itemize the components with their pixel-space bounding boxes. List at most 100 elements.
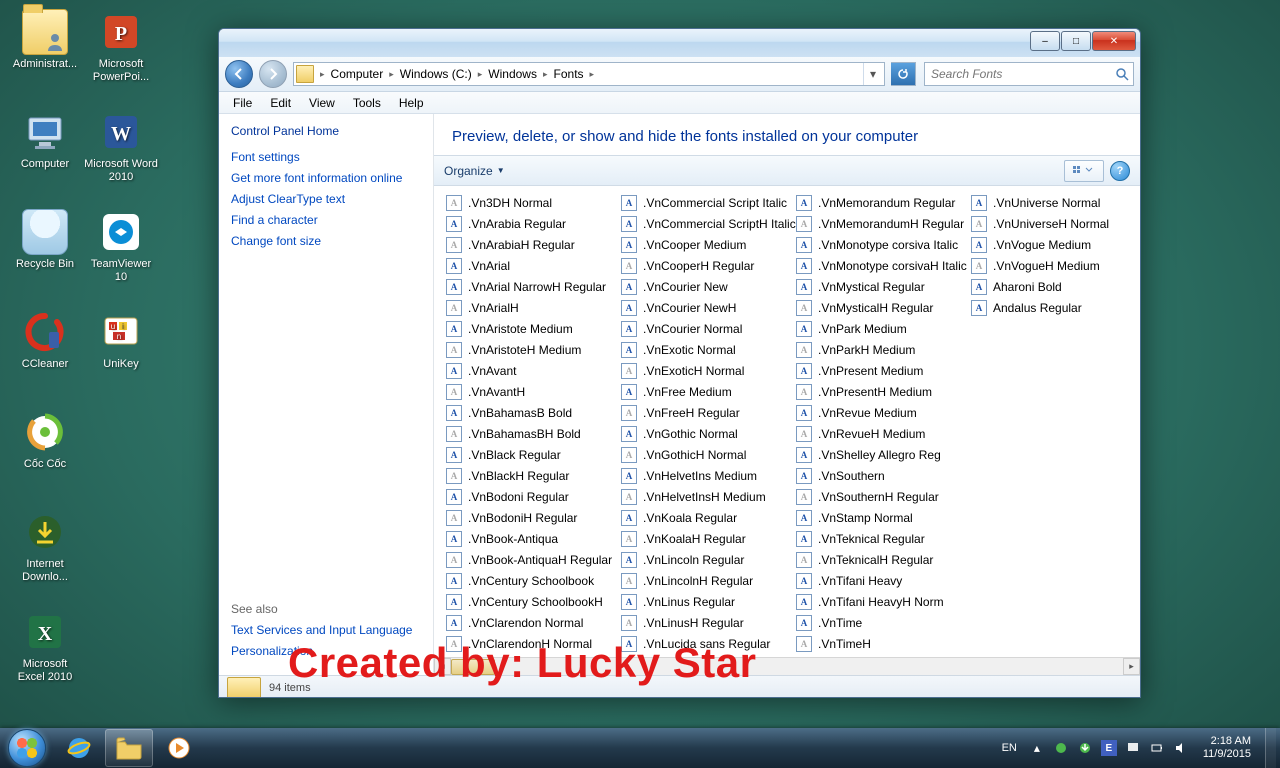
taskbar-ie[interactable] xyxy=(55,729,103,767)
breadcrumb-computer[interactable]: Computer xyxy=(327,65,388,83)
close-button[interactable]: ✕ xyxy=(1092,31,1136,51)
font-item[interactable]: A.VnMemorandumH Regular xyxy=(796,213,971,234)
font-item[interactable]: A.VnMonotype corsivaH Italic xyxy=(796,255,971,276)
font-item[interactable]: A.VnBahamasBH Bold xyxy=(446,423,621,444)
font-item[interactable]: A.VnMonotype corsiva Italic xyxy=(796,234,971,255)
font-item[interactable]: A.VnCourier New xyxy=(621,276,796,297)
seealso-text-services[interactable]: Text Services and Input Language xyxy=(231,623,421,637)
font-item[interactable]: A.VnBodoni Regular xyxy=(446,486,621,507)
font-item[interactable]: A.VnCourier NewH xyxy=(621,297,796,318)
tray-idm-icon[interactable] xyxy=(1077,740,1093,756)
desktop-icon-tv[interactable]: TeamViewer 10 xyxy=(84,208,158,284)
font-item[interactable]: A.VnMemorandum Regular xyxy=(796,192,971,213)
tray-flag-icon[interactable] xyxy=(1125,740,1141,756)
font-item[interactable]: A.VnRevueH Medium xyxy=(796,423,971,444)
font-item[interactable]: A.VnSouthern xyxy=(796,465,971,486)
nav-back-button[interactable] xyxy=(225,60,253,88)
breadcrumb-drive[interactable]: Windows (C:) xyxy=(396,65,476,83)
font-item[interactable]: A.VnCourier Normal xyxy=(621,318,796,339)
font-item[interactable]: A.VnMystical Regular xyxy=(796,276,971,297)
font-item[interactable]: A.VnPark Medium xyxy=(796,318,971,339)
font-item[interactable]: A.VnArialH xyxy=(446,297,621,318)
sidebar-link-font-settings[interactable]: Font settings xyxy=(231,150,421,164)
menu-file[interactable]: File xyxy=(225,94,260,112)
desktop-icon-cc[interactable]: CCleaner xyxy=(8,308,82,371)
menu-edit[interactable]: Edit xyxy=(262,94,299,112)
font-item[interactable]: A.VnTime xyxy=(796,612,971,633)
font-list[interactable]: A.Vn3DH NormalA.VnArabia RegularA.VnArab… xyxy=(434,186,1140,657)
desktop-icon-folder[interactable]: Administrat... xyxy=(8,8,82,71)
font-item[interactable]: A.VnCooperH Regular xyxy=(621,255,796,276)
tray-unikey-icon[interactable]: E xyxy=(1101,740,1117,756)
chevron-right-icon[interactable]: ▸ xyxy=(318,69,327,80)
font-item[interactable]: A.VnBlack Regular xyxy=(446,444,621,465)
scroll-right-button[interactable]: ▸ xyxy=(1123,658,1140,675)
show-desktop-button[interactable] xyxy=(1265,728,1276,768)
font-item[interactable]: A.VnTifani HeavyH Norm xyxy=(796,591,971,612)
font-item[interactable]: A.VnExotic Normal xyxy=(621,339,796,360)
font-item[interactable]: A.VnArial xyxy=(446,255,621,276)
font-item[interactable]: A.VnHelvetIns Medium xyxy=(621,465,796,486)
font-item[interactable]: A.VnArial NarrowH Regular xyxy=(446,276,621,297)
font-item[interactable]: A.VnCommercial Script Italic xyxy=(621,192,796,213)
font-item[interactable]: A.VnCooper Medium xyxy=(621,234,796,255)
font-item[interactable]: A.VnLincolnH Regular xyxy=(621,570,796,591)
font-item[interactable]: A.VnShelley Allegro Reg xyxy=(796,444,971,465)
maximize-button[interactable]: □ xyxy=(1061,31,1091,51)
start-button[interactable] xyxy=(0,728,54,768)
desktop-icon-xls[interactable]: XMicrosoft Excel 2010 xyxy=(8,608,82,684)
font-item[interactable]: A.VnGothicH Normal xyxy=(621,444,796,465)
view-mode-button[interactable] xyxy=(1064,160,1104,182)
font-item[interactable]: A.VnCentury SchoolbookH xyxy=(446,591,621,612)
font-item[interactable]: A.VnLinus Regular xyxy=(621,591,796,612)
font-item[interactable]: A.VnTifani Heavy xyxy=(796,570,971,591)
clock[interactable]: 2:18 AM 11/9/2015 xyxy=(1197,735,1257,761)
desktop-icon-idm[interactable]: Internet Downlo... xyxy=(8,508,82,584)
font-item[interactable]: A.VnPresent Medium xyxy=(796,360,971,381)
font-item[interactable]: A.VnUniverseH Normal xyxy=(971,213,1140,234)
tray-network-icon[interactable] xyxy=(1053,740,1069,756)
font-item[interactable]: A.VnAvant xyxy=(446,360,621,381)
refresh-button[interactable] xyxy=(891,62,916,86)
font-item[interactable]: A.VnUniverse Normal xyxy=(971,192,1140,213)
sidebar-link-cleartype[interactable]: Adjust ClearType text xyxy=(231,192,421,206)
organize-button[interactable]: Organize ▼ xyxy=(444,164,505,178)
menu-help[interactable]: Help xyxy=(391,94,432,112)
desktop-icon-coc[interactable]: Cốc Cốc xyxy=(8,408,82,471)
font-item[interactable]: AAndalus Regular xyxy=(971,297,1140,318)
font-item[interactable]: A.VnArabiaH Regular xyxy=(446,234,621,255)
font-item[interactable]: A.VnSouthernH Regular xyxy=(796,486,971,507)
font-item[interactable]: A.VnHelvetInsH Medium xyxy=(621,486,796,507)
font-item[interactable]: A.VnClarendon Normal xyxy=(446,612,621,633)
font-item[interactable]: A.Vn3DH Normal xyxy=(446,192,621,213)
font-item[interactable]: A.VnAvantH xyxy=(446,381,621,402)
font-item[interactable]: A.VnLinusH Regular xyxy=(621,612,796,633)
sidebar-home-link[interactable]: Control Panel Home xyxy=(231,124,421,138)
font-item[interactable]: A.VnRevue Medium xyxy=(796,402,971,423)
font-item[interactable]: A.VnKoalaH Regular xyxy=(621,528,796,549)
font-item[interactable]: A.VnPresentH Medium xyxy=(796,381,971,402)
help-button[interactable]: ? xyxy=(1110,161,1130,181)
breadcrumb-windows[interactable]: Windows xyxy=(484,65,541,83)
font-item[interactable]: A.VnAristote Medium xyxy=(446,318,621,339)
font-item[interactable]: A.VnMysticalH Regular xyxy=(796,297,971,318)
taskbar-wmp[interactable] xyxy=(155,729,203,767)
font-item[interactable]: A.VnGothic Normal xyxy=(621,423,796,444)
desktop-icon-ppt[interactable]: PMicrosoft PowerPoi... xyxy=(84,8,158,84)
font-item[interactable]: A.VnLincoln Regular xyxy=(621,549,796,570)
font-item[interactable]: A.VnBook-Antiqua xyxy=(446,528,621,549)
nav-forward-button[interactable] xyxy=(259,60,287,88)
desktop-icon-bin[interactable]: Recycle Bin xyxy=(8,208,82,271)
font-item[interactable]: A.VnParkH Medium xyxy=(796,339,971,360)
font-item[interactable]: A.VnTeknicalH Regular xyxy=(796,549,971,570)
font-item[interactable]: A.VnBodoniH Regular xyxy=(446,507,621,528)
menu-view[interactable]: View xyxy=(301,94,343,112)
desktop-icon-word[interactable]: WMicrosoft Word 2010 xyxy=(84,108,158,184)
search-box[interactable] xyxy=(924,62,1134,86)
chevron-down-icon[interactable]: ▾ xyxy=(863,63,882,85)
tray-chevron-icon[interactable]: ▴ xyxy=(1029,740,1045,756)
font-item[interactable]: A.VnCentury Schoolbook xyxy=(446,570,621,591)
font-item[interactable]: A.VnKoala Regular xyxy=(621,507,796,528)
font-item[interactable]: A.VnStamp Normal xyxy=(796,507,971,528)
font-item[interactable]: AAharoni Bold xyxy=(971,276,1140,297)
